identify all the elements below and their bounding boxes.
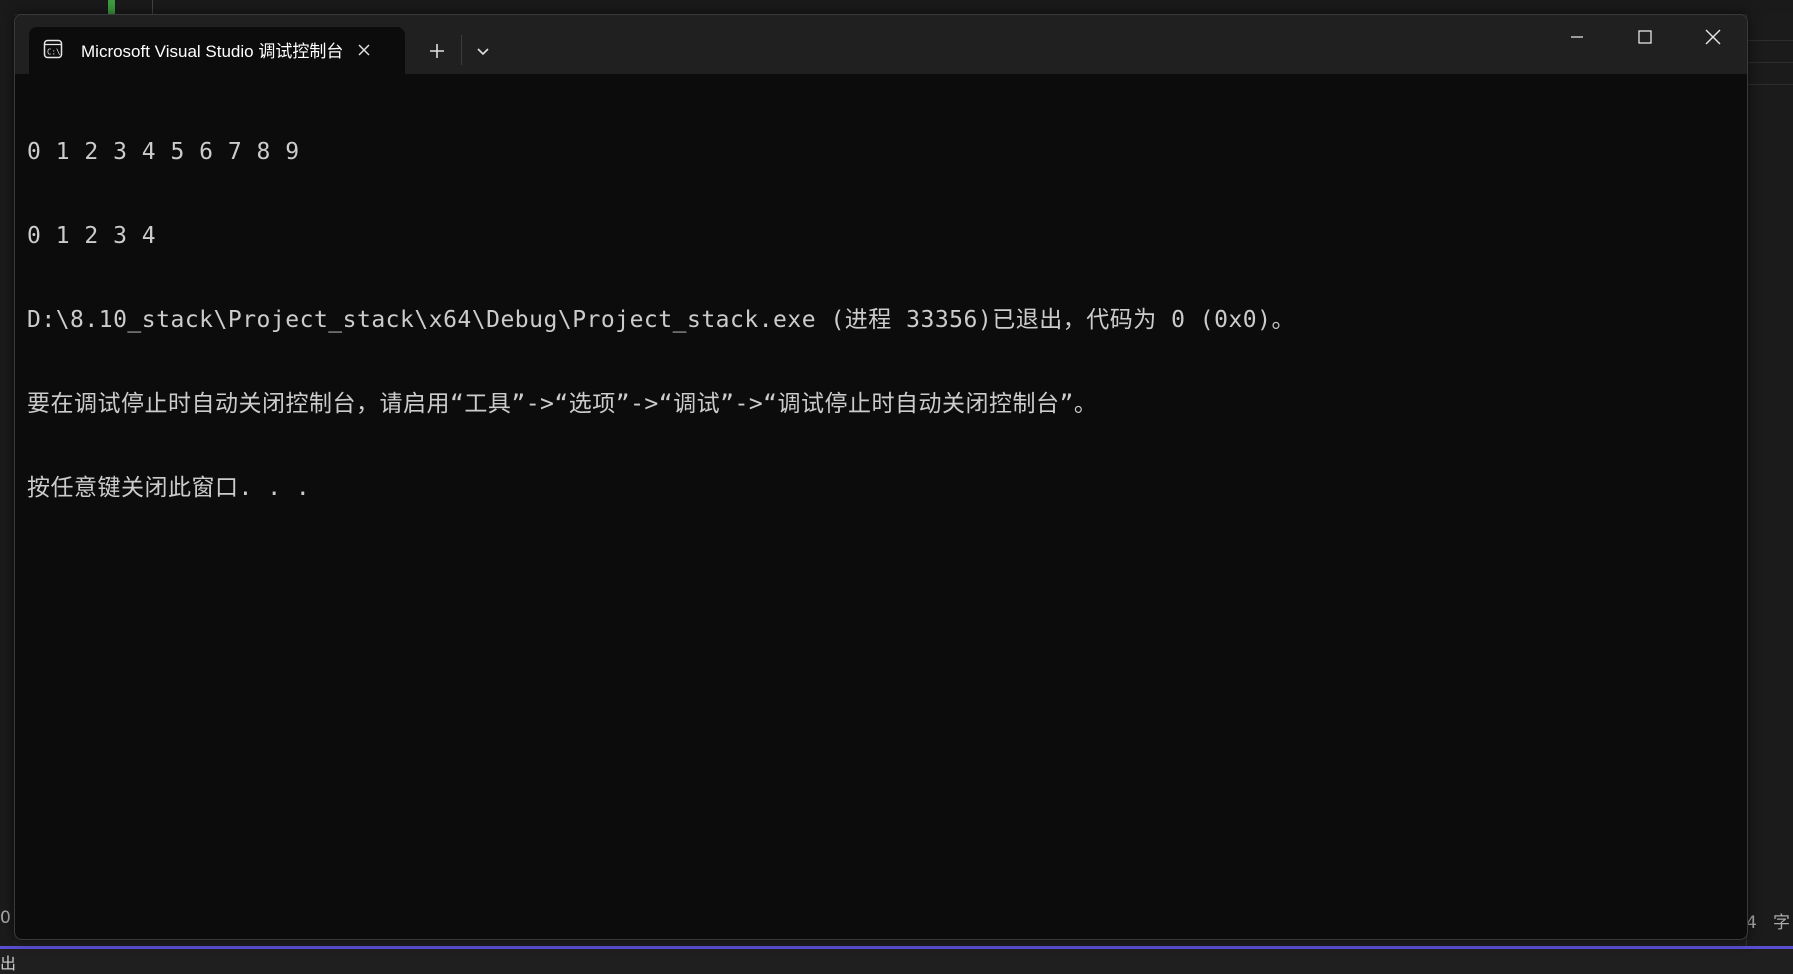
- console-icon: C:\: [43, 39, 63, 59]
- ide-right-row: [1746, 84, 1793, 85]
- console-line: D:\8.10_stack\Project_stack\x64\Debug\Pr…: [27, 307, 1295, 333]
- ide-left-strip: [0, 14, 14, 949]
- console-line: 0 1 2 3 4: [27, 223, 157, 249]
- editor-line-strip: [0, 0, 1793, 15]
- console-line: 按任意键关闭此窗口. . .: [27, 475, 311, 501]
- change-indicator: [108, 0, 115, 14]
- ide-right-row: [1746, 62, 1793, 63]
- ide-right-strip: [1746, 14, 1793, 949]
- ide-bottom-text: 出: [0, 954, 17, 973]
- maximize-icon[interactable]: [1611, 15, 1679, 59]
- ide-right-row: [1746, 40, 1793, 41]
- tab-title: Microsoft Visual Studio 调试控制台: [81, 42, 343, 61]
- console-window: C:\ Microsoft Visual Studio 调试控制台 0 1 2 …: [14, 14, 1748, 940]
- tab-separator: [461, 35, 462, 65]
- ide-bottom-bar: [0, 946, 1793, 970]
- title-bar[interactable]: C:\ Microsoft Visual Studio 调试控制台: [15, 15, 1747, 74]
- svg-text:C:\: C:\: [47, 48, 61, 57]
- console-line: 要在调试停止时自动关闭控制台，请启用“工具”->“选项”->“调试”->“调试停…: [27, 391, 1098, 417]
- close-icon[interactable]: [353, 39, 375, 61]
- minimize-icon[interactable]: [1543, 15, 1611, 59]
- ide-status-left: 0: [0, 908, 11, 928]
- console-output[interactable]: 0 1 2 3 4 5 6 7 8 9 0 1 2 3 4 D:\8.10_st…: [27, 82, 1727, 922]
- gutter-line: [152, 0, 153, 14]
- ide-status-right: 4 字: [1746, 913, 1791, 933]
- chevron-down-icon[interactable]: [469, 37, 497, 65]
- console-line: 0 1 2 3 4 5 6 7 8 9: [27, 139, 300, 165]
- plus-icon[interactable]: [423, 37, 451, 65]
- close-window-icon[interactable]: [1679, 15, 1747, 59]
